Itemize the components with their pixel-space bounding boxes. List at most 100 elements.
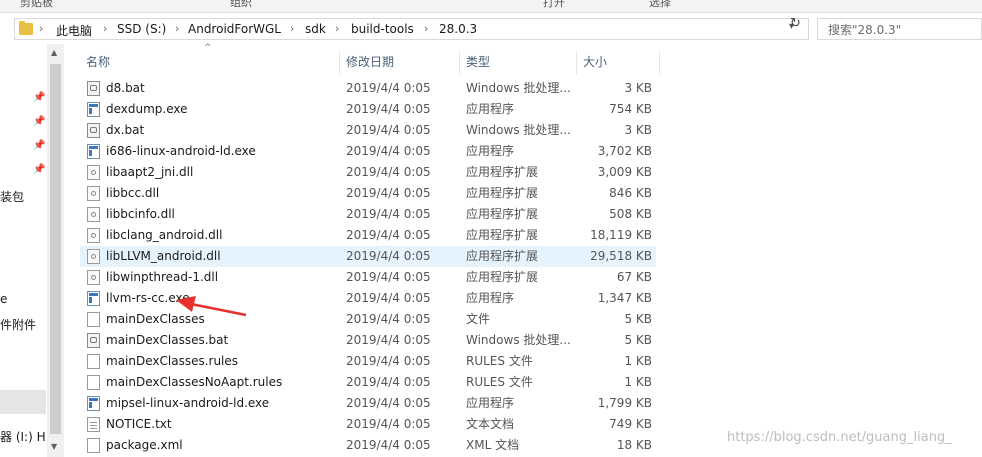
file-row[interactable]: dx.bat 2019/4/4 0:05 Windows 批处理... 3 KB [80, 120, 656, 141]
file-name: libbcinfo.dll [106, 207, 175, 221]
file-type: 应用程序扩展 [466, 228, 539, 242]
file-name: mainDexClasses.bat [106, 333, 229, 347]
file-name: dexdump.exe [106, 102, 188, 116]
file-date: 2019/4/4 0:05 [346, 396, 431, 410]
nav-item[interactable]: 件附件 [0, 316, 36, 333]
breadcrumb-sdk[interactable]: sdk [305, 22, 326, 36]
file-type: 应用程序 [466, 144, 515, 158]
blank-file-icon [87, 375, 100, 390]
exe-file-icon [87, 396, 100, 411]
nav-item[interactable]: 器 (I:) Hi [0, 428, 46, 445]
file-type: RULES 文件 [466, 375, 533, 389]
file-name: libaapt2_jni.dll [106, 165, 194, 179]
file-row[interactable]: d8.bat 2019/4/4 0:05 Windows 批处理... 3 KB [80, 78, 656, 99]
file-size: 754 KB [609, 102, 652, 116]
file-type: 应用程序扩展 [466, 165, 539, 179]
file-date: 2019/4/4 0:05 [346, 375, 431, 389]
watermark: https://blog.csdn.net/guang_liang_ [727, 430, 952, 445]
address-bar[interactable]: › 此电脑 › SSD (S:) › AndroidForWGL › sdk ›… [14, 18, 809, 40]
file-type: XML 文档 [466, 438, 520, 452]
file-row[interactable]: libaapt2_jni.dll 2019/4/4 0:05 应用程序扩展 3,009… [80, 162, 656, 183]
column-header-date[interactable]: 修改日期 [340, 52, 460, 74]
file-size: 1,347 KB [597, 291, 652, 305]
file-type: 应用程序 [466, 291, 515, 305]
refresh-icon[interactable]: ↻ [790, 16, 801, 31]
file-date: 2019/4/4 0:05 [346, 438, 431, 452]
file-row[interactable]: mipsel-linux-android-ld.exe 2019/4/4 0:05… [80, 393, 656, 414]
scroll-up-icon[interactable]: ▲ [51, 48, 57, 57]
file-row[interactable]: NOTICE.txt 2019/4/4 0:05 文本文档 749 KB [80, 414, 656, 435]
text-file-icon [87, 417, 100, 432]
breadcrumb-ssd[interactable]: SSD (S:) [117, 22, 166, 36]
file-name: libLLVM_android.dll [106, 249, 221, 263]
pin-icon[interactable]: 📌 [33, 140, 45, 151]
file-type: 文本文档 [466, 417, 515, 431]
pin-icon[interactable]: 📌 [33, 92, 45, 103]
file-row[interactable]: dexdump.exe 2019/4/4 0:05 应用程序 754 KB [80, 99, 656, 120]
file-date: 2019/4/4 0:05 [346, 165, 431, 179]
scroll-down-icon[interactable]: ▼ [51, 442, 57, 451]
file-name: NOTICE.txt [106, 417, 172, 431]
file-name: libclang_android.dll [106, 228, 223, 242]
file-size: 3,009 KB [597, 165, 652, 179]
file-name: mainDexClassesNoAapt.rules [106, 375, 283, 389]
file-type: RULES 文件 [466, 354, 533, 368]
chevron-right-icon: › [424, 22, 429, 35]
file-date: 2019/4/4 0:05 [346, 228, 431, 242]
file-date: 2019/4/4 0:05 [346, 312, 431, 326]
file-name: libbcc.dll [106, 186, 160, 200]
nav-item[interactable]: e [0, 292, 7, 306]
pin-icon[interactable]: 📌 [33, 164, 45, 175]
file-row[interactable]: mainDexClasses 2019/4/4 0:05 文件 5 KB [80, 309, 656, 330]
file-name: package.xml [106, 438, 183, 452]
chevron-right-icon: › [103, 22, 108, 35]
chevron-right-icon: › [175, 22, 180, 35]
nav-scrollbar[interactable]: ▲ ▼ [47, 44, 64, 457]
file-row[interactable]: mainDexClasses.rules 2019/4/4 0:05 RULES 文… [80, 351, 656, 372]
file-row[interactable]: llvm-rs-cc.exe 2019/4/4 0:05 应用程序 1,347 KB [80, 288, 656, 309]
exe-file-icon [87, 291, 100, 306]
file-row[interactable]: libwinpthread-1.dll 2019/4/4 0:05 应用程序扩展 67… [80, 267, 656, 288]
bat-file-icon [87, 333, 100, 348]
file-date: 2019/4/4 0:05 [346, 144, 431, 158]
breadcrumb-current-folder[interactable]: 28.0.3 [439, 22, 477, 36]
file-row[interactable]: libLLVM_android.dll 2019/4/4 0:05 应用程序扩展 29… [80, 246, 656, 267]
search-box[interactable] [817, 18, 982, 40]
scrollbar-thumb[interactable] [50, 64, 61, 434]
file-row[interactable]: libclang_android.dll 2019/4/4 0:05 应用程序扩展 1… [80, 225, 656, 246]
file-type: 应用程序扩展 [466, 249, 539, 263]
file-row[interactable]: mainDexClasses.bat 2019/4/4 0:05 Windows 批… [80, 330, 656, 351]
file-size: 18,119 KB [590, 228, 652, 242]
file-date: 2019/4/4 0:05 [346, 333, 431, 347]
file-size: 29,518 KB [590, 249, 652, 263]
file-row[interactable]: libbcinfo.dll 2019/4/4 0:05 应用程序扩展 508 KB [80, 204, 656, 225]
file-row[interactable]: package.xml 2019/4/4 0:05 XML 文档 18 KB [80, 435, 656, 456]
file-row[interactable]: libbcc.dll 2019/4/4 0:05 应用程序扩展 846 KB [80, 183, 656, 204]
file-type: 应用程序扩展 [466, 207, 539, 221]
breadcrumb-androidforwgl[interactable]: AndroidForWGL [188, 22, 281, 36]
column-header-name[interactable]: 名称 [80, 52, 340, 74]
file-name: i686-linux-android-ld.exe [106, 144, 256, 158]
file-name: mainDexClasses [106, 312, 205, 326]
file-name: d8.bat [106, 81, 145, 95]
dll-file-icon [87, 186, 100, 201]
column-header-size[interactable]: 大小 [577, 52, 660, 74]
file-row[interactable]: mainDexClassesNoAapt.rules 2019/4/4 0:05 R… [80, 372, 656, 393]
ribbon-remnant: 剪贴板 组织 打开 选择 [0, 0, 982, 13]
folder-icon [19, 21, 33, 35]
nav-item[interactable]: 装包 [0, 188, 24, 205]
file-date: 2019/4/4 0:05 [346, 123, 431, 137]
bat-file-icon [87, 81, 100, 96]
address-row: › 此电脑 › SSD (S:) › AndroidForWGL › sdk ›… [0, 14, 982, 44]
pin-icon[interactable]: 📌 [33, 116, 45, 127]
search-input[interactable] [826, 20, 980, 40]
nav-selected-item[interactable] [0, 390, 46, 414]
file-type: 应用程序扩展 [466, 186, 539, 200]
column-header-type[interactable]: 类型 [460, 52, 577, 74]
file-row[interactable]: i686-linux-android-ld.exe 2019/4/4 0:05 应用… [80, 141, 656, 162]
file-date: 2019/4/4 0:05 [346, 354, 431, 368]
dll-file-icon [87, 165, 100, 180]
breadcrumb-this-pc[interactable]: 此电脑 [56, 22, 92, 39]
file-type: Windows 批处理... [466, 81, 571, 95]
breadcrumb-build-tools[interactable]: build-tools [351, 22, 414, 36]
